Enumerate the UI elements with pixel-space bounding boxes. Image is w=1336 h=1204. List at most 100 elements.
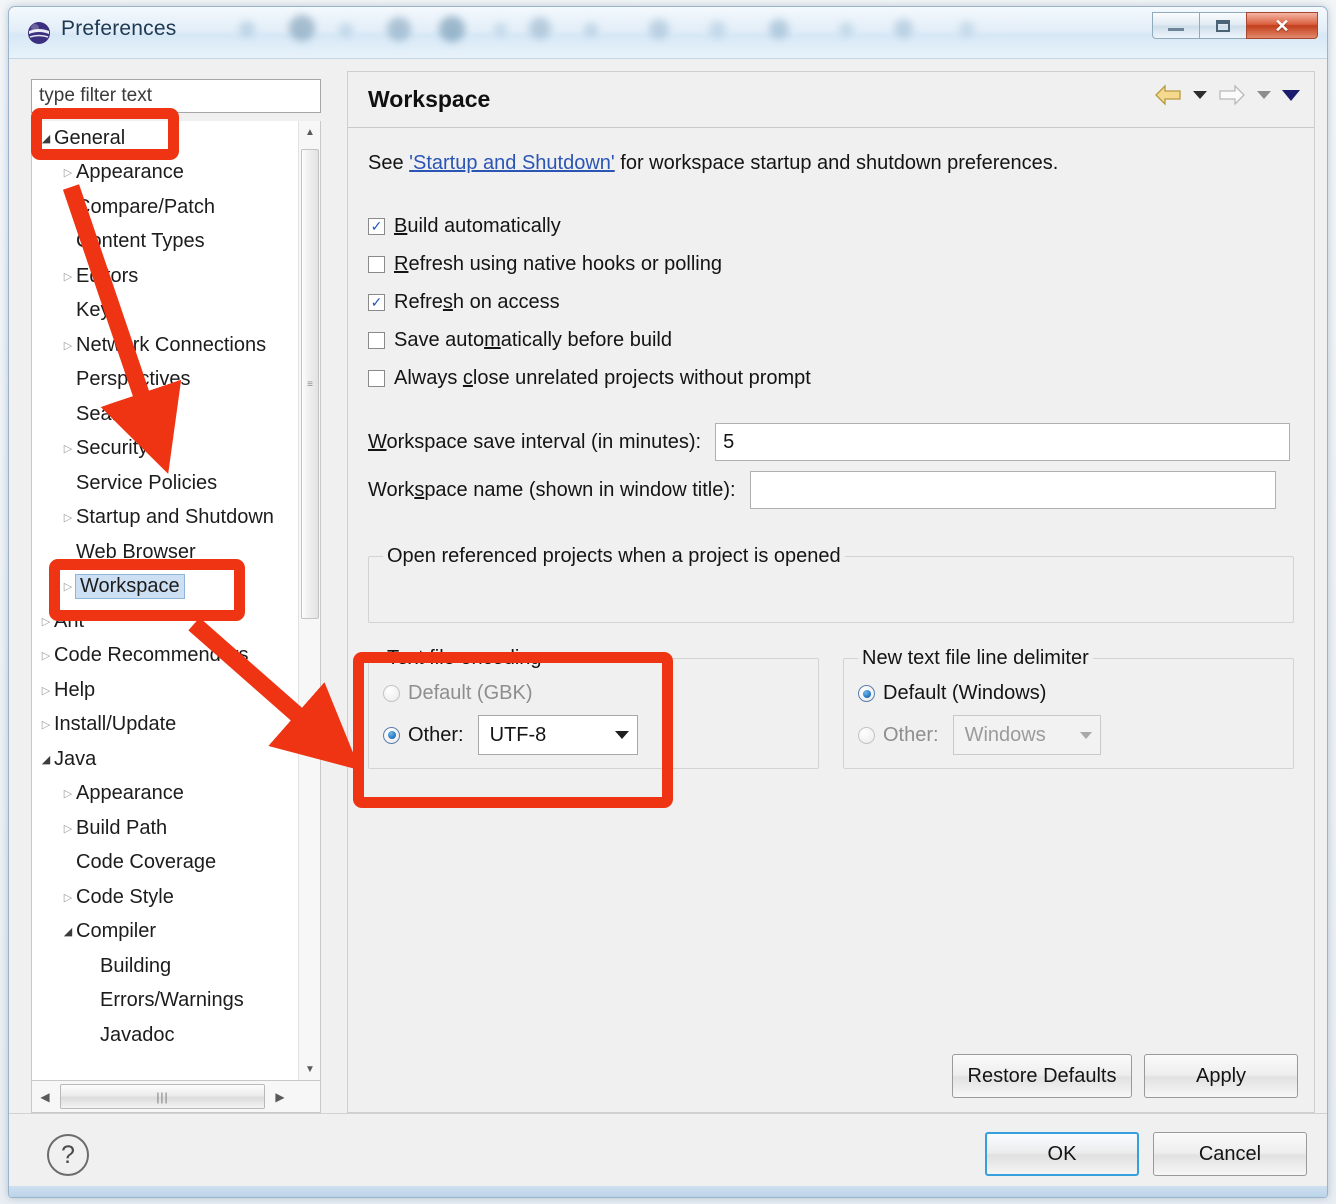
help-icon[interactable]: ? <box>47 1134 89 1176</box>
encoding-default-radio[interactable]: Default (GBK) <box>383 682 804 705</box>
tree-item-compare-patch[interactable]: Compare/Patch <box>32 190 320 225</box>
startup-shutdown-link[interactable]: 'Startup and Shutdown' <box>409 152 615 174</box>
page-content: See 'Startup and Shutdown' for workspace… <box>348 152 1314 769</box>
apply-button[interactable]: Apply <box>1144 1054 1298 1098</box>
checkbox-checked-icon[interactable] <box>368 293 385 311</box>
encoding-other-label: Other: <box>408 723 464 746</box>
back-arrow-icon[interactable] <box>1154 84 1182 106</box>
tree-item-search[interactable]: Search <box>32 397 320 432</box>
radio-icon[interactable] <box>383 726 400 744</box>
twisty-closed-icon[interactable]: ▷ <box>60 822 76 835</box>
save-interval-value: 5 <box>723 430 735 453</box>
save-interval-label: Workspace save interval (in minutes): <box>368 430 702 453</box>
tree-item-code-style[interactable]: ▷ Code Style <box>32 880 320 915</box>
save-interval-input[interactable]: 5 <box>715 423 1291 461</box>
forward-dropdown-icon <box>1257 91 1271 99</box>
twisty-closed-icon[interactable]: ▷ <box>60 511 76 524</box>
twisty-closed-icon[interactable]: ▷ <box>60 166 76 179</box>
view-menu-icon[interactable] <box>1282 89 1300 101</box>
delimiter-default-radio[interactable]: Default (Windows) <box>858 682 1279 705</box>
checkbox-row-save-automatically-before-build[interactable]: Save automatically before build <box>368 321 1294 359</box>
tree-item-editors[interactable]: ▷ Editors <box>32 259 320 294</box>
tree-item-help[interactable]: ▷ Help <box>32 673 320 708</box>
cancel-button[interactable]: Cancel <box>1153 1132 1307 1176</box>
tree-item-build-path[interactable]: ▷ Build Path <box>32 811 320 846</box>
tree-item-appearance[interactable]: ▷ Appearance <box>32 156 320 191</box>
twisty-open-icon[interactable]: ◢ <box>38 132 54 145</box>
scroll-up-icon[interactable]: ▲ <box>299 121 320 143</box>
minimize-button[interactable] <box>1152 12 1199 39</box>
tree-item-install-update[interactable]: ▷ Install/Update <box>32 708 320 743</box>
close-icon: ✕ <box>1274 15 1290 36</box>
maximize-button[interactable] <box>1199 12 1246 39</box>
checkbox-unchecked-icon[interactable] <box>368 369 385 387</box>
twisty-closed-icon[interactable]: ▷ <box>38 684 54 697</box>
radio-icon[interactable] <box>858 726 875 744</box>
checkbox-unchecked-icon[interactable] <box>368 331 385 349</box>
tree-item-code-recommenders[interactable]: ▷ Code Recommenders <box>32 639 320 674</box>
scroll-right-icon[interactable]: ▶ <box>267 1090 293 1104</box>
restore-icon <box>1216 19 1230 32</box>
twisty-closed-icon[interactable]: ▷ <box>60 891 76 904</box>
checkbox-unchecked-icon[interactable] <box>368 255 385 273</box>
workspace-name-input[interactable] <box>749 471 1276 509</box>
tree-item-service-policies[interactable]: Service Policies <box>32 466 320 501</box>
delimiter-other-label: Other: <box>883 723 939 746</box>
twisty-closed-icon[interactable]: ▷ <box>60 442 76 455</box>
tree-item-label: Startup and Shutdown <box>76 506 274 529</box>
ok-button[interactable]: OK <box>985 1132 1139 1176</box>
tree-item-building[interactable]: Building <box>32 949 320 984</box>
tree-item-security[interactable]: ▷ Security <box>32 432 320 467</box>
tree-item-keys[interactable]: Keys <box>32 294 320 329</box>
tree-item-label: Service Policies <box>76 471 218 494</box>
filter-input[interactable]: type filter text <box>31 79 321 113</box>
back-dropdown-icon[interactable] <box>1193 91 1207 99</box>
workspace-name-row: Workspace name (shown in window title): <box>368 471 1294 509</box>
checkbox-label: Save automatically before build <box>394 328 672 351</box>
restore-defaults-button[interactable]: Restore Defaults <box>952 1054 1132 1098</box>
tree-item-label: Java <box>54 747 97 770</box>
tree-item-label: Search <box>76 402 140 425</box>
minimize-icon <box>1168 28 1184 31</box>
tree-item-perspectives[interactable]: Perspectives <box>32 363 320 398</box>
tree-item-code-coverage[interactable]: Code Coverage <box>32 846 320 881</box>
checkbox-row-build-automatically[interactable]: Build automatically <box>368 207 1294 245</box>
twisty-closed-icon[interactable]: ▷ <box>60 339 76 352</box>
scroll-down-icon[interactable]: ▼ <box>299 1058 320 1080</box>
checkbox-row-refresh-on-access[interactable]: Refresh on access <box>368 283 1294 321</box>
tree-item-content-types[interactable]: Content Types <box>32 225 320 260</box>
twisty-closed-icon[interactable]: ▷ <box>38 649 54 662</box>
twisty-closed-icon[interactable]: ▷ <box>38 718 54 731</box>
tree-item-startup-and-shutdown[interactable]: ▷ Startup and Shutdown <box>32 501 320 536</box>
checkbox-row-always-close-unrelated-projects-without-prompt[interactable]: Always close unrelated projects without … <box>368 359 1294 397</box>
encoding-combo[interactable]: UTF-8 <box>477 715 638 755</box>
checkbox-row-refresh-using-native-hooks-or-polling[interactable]: Refresh using native hooks or polling <box>368 245 1294 283</box>
tree-hscroll-thumb[interactable]: ||| <box>60 1084 265 1109</box>
tree-item-ant[interactable]: ▷ Ant <box>32 604 320 639</box>
tree-item-javadoc[interactable]: Javadoc <box>32 1018 320 1053</box>
tree-item-appearance[interactable]: ▷ Appearance <box>32 777 320 812</box>
text-file-encoding-legend: Text file encoding <box>387 647 542 669</box>
scroll-left-icon[interactable]: ◀ <box>32 1090 58 1104</box>
tree-item-java[interactable]: ◢ Java <box>32 742 320 777</box>
tree-item-errors-warnings[interactable]: Errors/Warnings <box>32 984 320 1019</box>
intro-text: See 'Startup and Shutdown' for workspace… <box>368 152 1294 175</box>
tree-item-label: Building <box>100 954 172 977</box>
tree-item-network-connections[interactable]: ▷ Network Connections <box>32 328 320 363</box>
twisty-closed-icon[interactable]: ▷ <box>60 787 76 800</box>
twisty-open-icon[interactable]: ◢ <box>60 925 76 938</box>
tree-scrollbar-thumb[interactable]: ≡ <box>301 149 319 619</box>
preferences-tree[interactable]: ◢ General ▷ Appearance Compare/Patch Content … <box>31 121 321 1081</box>
twisty-closed-icon[interactable]: ▷ <box>38 615 54 628</box>
close-button[interactable]: ✕ <box>1246 12 1318 39</box>
tree-horizontal-scrollbar[interactable]: ◀ ||| ▶ <box>31 1081 321 1113</box>
tree-item-compiler[interactable]: ◢ Compiler <box>32 915 320 950</box>
twisty-open-icon[interactable]: ◢ <box>38 753 54 766</box>
tree-item-general[interactable]: ◢ General <box>32 121 320 156</box>
tree-item-web-browser[interactable]: Web Browser <box>32 535 320 570</box>
checkbox-checked-icon[interactable] <box>368 217 385 235</box>
twisty-closed-icon[interactable]: ▷ <box>60 580 76 593</box>
twisty-closed-icon[interactable]: ▷ <box>60 270 76 283</box>
tree-item-workspace[interactable]: ▷ Workspace <box>32 570 320 605</box>
tree-vertical-scrollbar[interactable]: ▲ ≡ ▼ <box>298 121 320 1080</box>
